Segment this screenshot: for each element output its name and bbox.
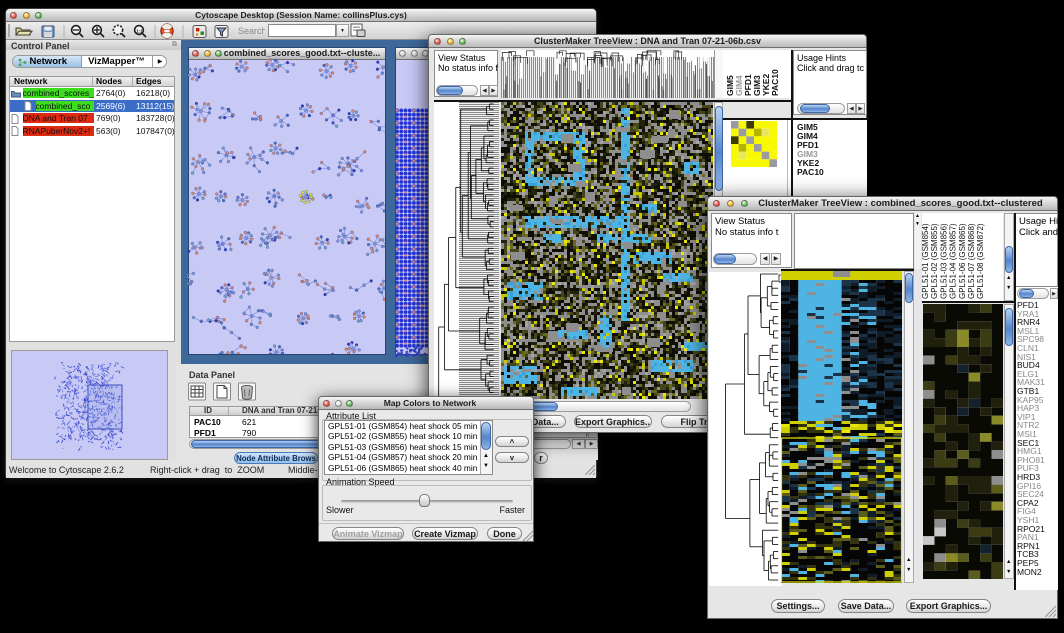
svg-text:PAC10: PAC10 (770, 69, 780, 96)
svg-text:1:1: 1:1 (136, 29, 143, 34)
svg-text:GPL51-06 (GSM865): GPL51-06 (GSM865) (958, 223, 967, 299)
svg-text:GPL51-02 (GSM855): GPL51-02 (GSM855) (930, 223, 939, 299)
svg-text:Search:: Search: (238, 26, 265, 36)
svg-text:GPL51-03 (GSM856): GPL51-03 (GSM856) (939, 223, 948, 299)
svg-text:GPL51-07 (GSM868): GPL51-07 (GSM868) (967, 223, 976, 299)
svg-text:GPL51-04 (GSM857): GPL51-04 (GSM857) (949, 223, 958, 299)
svg-text:GPL51-08 (GSM872): GPL51-08 (GSM872) (976, 223, 985, 299)
svg-text:GPL51-01 (GSM854): GPL51-01 (GSM854) (922, 223, 930, 299)
